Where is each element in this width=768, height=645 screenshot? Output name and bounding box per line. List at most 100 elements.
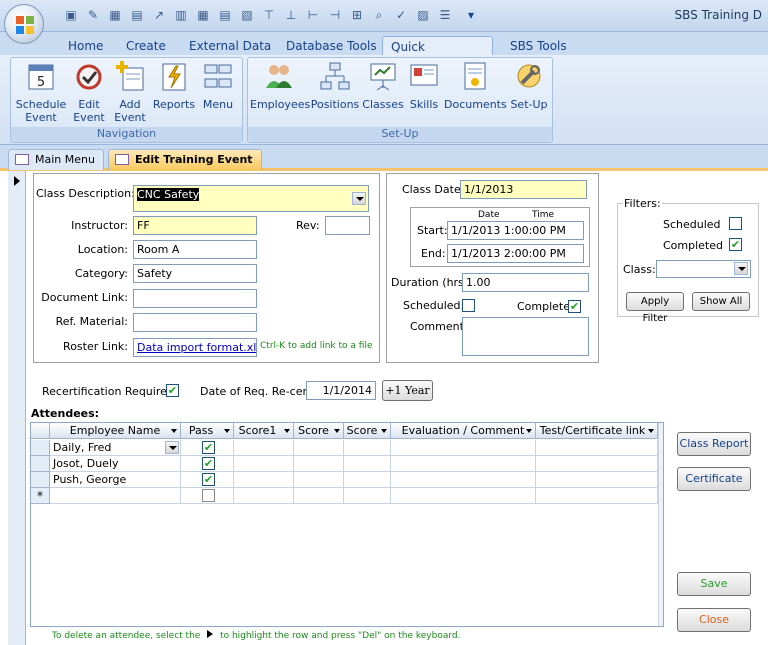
schedule-event-button[interactable]: 5 Schedule Event — [14, 60, 68, 124]
pass-checkbox[interactable] — [202, 441, 215, 454]
chart-icon[interactable]: ↗ — [150, 6, 168, 24]
tab-database-tools[interactable]: Database Tools — [278, 36, 385, 56]
select-all-corner[interactable] — [31, 423, 50, 439]
column-header-score3[interactable]: Score — [344, 423, 391, 439]
table-row-certificate-link[interactable] — [536, 440, 658, 456]
grid-icon[interactable]: ▦ — [194, 6, 212, 24]
table-row-evaluation[interactable] — [391, 456, 536, 472]
tab-external-data[interactable]: External Data — [181, 36, 279, 56]
sort-arrow-icon[interactable] — [526, 429, 532, 433]
complete-checkbox[interactable] — [568, 300, 581, 313]
new-row-score2[interactable] — [294, 488, 344, 504]
sort-arrow-icon[interactable] — [171, 429, 177, 433]
qat-dropdown-icon[interactable]: ▾ — [462, 6, 480, 24]
recert-date-field[interactable]: 1/1/2014 — [306, 381, 376, 400]
save-button[interactable]: Save — [677, 572, 751, 596]
pass-checkbox[interactable] — [202, 473, 215, 486]
ref-material-field[interactable] — [133, 313, 257, 332]
table-icon[interactable]: ▦ — [106, 6, 124, 24]
category-field[interactable]: Safety — [133, 264, 257, 283]
class-date-field[interactable]: 1/1/2013 — [460, 180, 587, 199]
table-row-employee-name[interactable]: Josot, Duely — [50, 456, 181, 472]
pass-checkbox[interactable] — [202, 489, 215, 502]
employees-button[interactable]: Employees — [250, 60, 310, 111]
column-header-employee-name[interactable]: Employee Name — [50, 423, 181, 439]
layout-icon[interactable]: ▧ — [238, 6, 256, 24]
roster-link-field[interactable]: Data import format.xls — [133, 338, 257, 357]
filter-completed-checkbox[interactable] — [729, 238, 742, 251]
location-field[interactable]: Room A — [133, 240, 257, 259]
sort-arrow-icon[interactable] — [334, 429, 340, 433]
row-selector[interactable] — [31, 440, 50, 456]
report-icon[interactable]: ▤ — [216, 6, 234, 24]
column-header-test-certificate-link[interactable]: Test/Certificate link — [536, 423, 658, 439]
table-row-certificate-link[interactable] — [536, 456, 658, 472]
apply-filter-button[interactable]: Apply Filter — [626, 292, 684, 324]
plus-one-year-button[interactable]: +1 Year — [382, 380, 433, 401]
new-row-selector[interactable]: * — [31, 488, 50, 504]
query-icon[interactable]: ▥ — [172, 6, 190, 24]
spell-icon[interactable]: ✓ — [392, 6, 410, 24]
size-icon[interactable]: ⊞ — [348, 6, 366, 24]
column-header-score2[interactable]: Score — [294, 423, 344, 439]
table-row-score2[interactable] — [294, 472, 344, 488]
column-header-pass[interactable]: Pass — [181, 423, 234, 439]
chevron-down-icon[interactable] — [352, 192, 366, 205]
class-description-combo[interactable]: CNC Safety — [133, 185, 369, 212]
tab-sbs-tools[interactable]: SBS Tools — [502, 36, 575, 56]
new-row-employee-name[interactable] — [50, 488, 181, 504]
certificate-button[interactable]: Certificate — [677, 467, 751, 491]
table-row-score2[interactable] — [294, 440, 344, 456]
recertification-checkbox[interactable] — [166, 384, 179, 397]
attach-icon[interactable]: ⌕ — [370, 6, 388, 24]
picture-icon[interactable]: ▨ — [414, 6, 432, 24]
table-row-employee-name[interactable]: Daily, Fred — [50, 440, 181, 456]
record-selector[interactable] — [8, 171, 26, 645]
show-all-button[interactable]: Show All — [692, 292, 750, 311]
table-row-employee-name[interactable]: Push, George — [50, 472, 181, 488]
table-row-score1[interactable] — [234, 472, 294, 488]
reports-button[interactable]: Reports — [152, 60, 196, 111]
table-row-score2[interactable] — [294, 456, 344, 472]
start-datetime-field[interactable]: 1/1/2013 1:00:00 PM — [447, 221, 584, 240]
scheduled-checkbox[interactable] — [462, 299, 475, 312]
positions-button[interactable]: Positions — [310, 60, 360, 111]
sort-arrow-icon[interactable] — [224, 429, 230, 433]
table-row-score1[interactable] — [234, 440, 294, 456]
form-icon[interactable]: ▤ — [128, 6, 146, 24]
pass-checkbox[interactable] — [202, 457, 215, 470]
comment-field[interactable] — [462, 317, 589, 356]
tab-main-menu[interactable]: Main Menu — [8, 149, 104, 170]
chevron-down-icon[interactable] — [165, 441, 179, 454]
tab-edit-training-event[interactable]: Edit Training Event — [108, 149, 262, 170]
column-header-score1[interactable]: Score1 — [234, 423, 294, 439]
tab-quick-navigation[interactable]: Quick Navigation — [382, 36, 493, 74]
classes-button[interactable]: Classes — [362, 60, 404, 111]
new-row-certificate-link[interactable] — [536, 488, 658, 504]
chevron-down-icon[interactable] — [734, 262, 748, 275]
align-left-icon[interactable]: ⊢ — [304, 6, 322, 24]
tools-icon[interactable]: ✎ — [84, 6, 102, 24]
sort-arrow-icon[interactable] — [648, 429, 654, 433]
table-row-score3[interactable] — [344, 472, 391, 488]
align-right-icon[interactable]: ⊣ — [326, 6, 344, 24]
instructor-field[interactable]: FF — [133, 216, 257, 235]
tab-create[interactable]: Create — [118, 36, 174, 56]
skills-button[interactable]: Skills — [406, 60, 442, 111]
save-icon[interactable]: ▣ — [62, 6, 80, 24]
set-up-button[interactable]: Set-Up — [508, 60, 550, 111]
row-selector[interactable] — [31, 456, 50, 472]
table-row-evaluation[interactable] — [391, 472, 536, 488]
new-row-evaluation[interactable] — [391, 488, 536, 504]
table-row-evaluation[interactable] — [391, 440, 536, 456]
filter-class-combo[interactable] — [656, 260, 751, 278]
column-header-evaluation[interactable]: Evaluation / Comment — [391, 423, 536, 439]
add-event-button[interactable]: Add Event — [110, 60, 150, 124]
office-button[interactable] — [4, 4, 44, 44]
table-row-score3[interactable] — [344, 456, 391, 472]
table-row-certificate-link[interactable] — [536, 472, 658, 488]
row-selector[interactable] — [31, 472, 50, 488]
tab-home[interactable]: Home — [60, 36, 111, 56]
menu-button[interactable]: Menu — [198, 60, 238, 111]
table-row-score1[interactable] — [234, 456, 294, 472]
